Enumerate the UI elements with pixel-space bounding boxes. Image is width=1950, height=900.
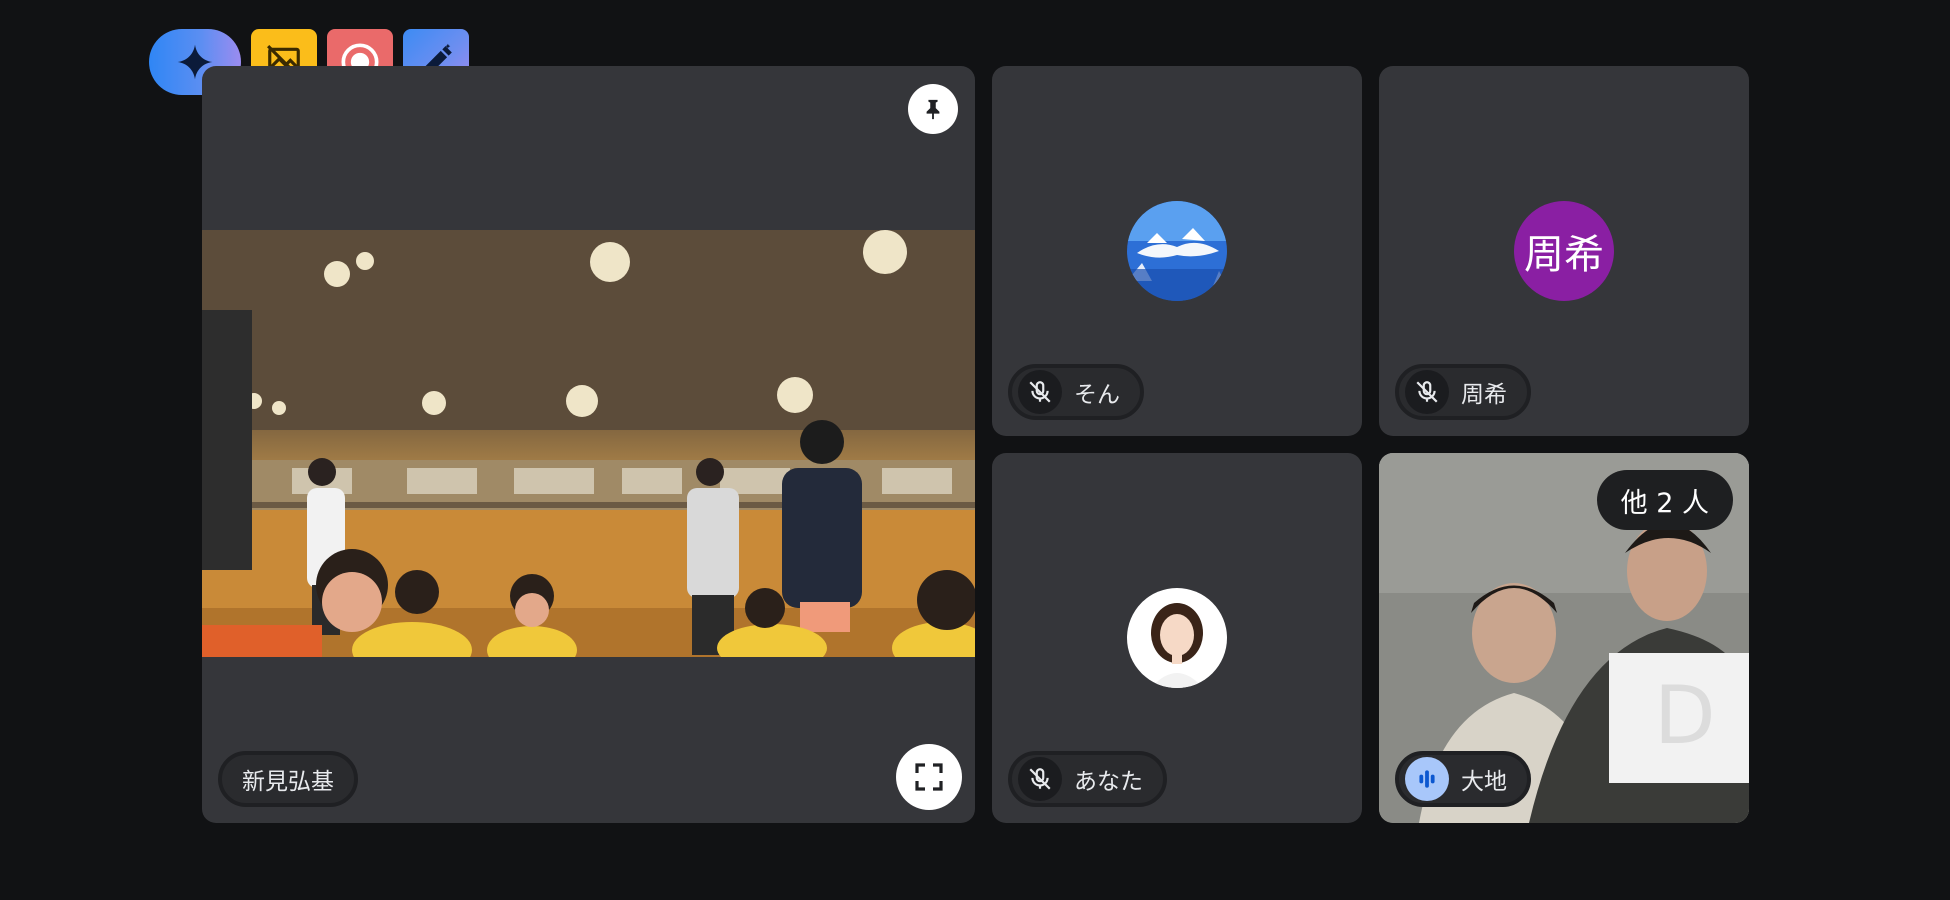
portrait-avatar-image bbox=[1127, 588, 1227, 688]
meeting-stage: 新見弘基 そん 周希 周希 あなた D 他 2 人 大地 bbox=[0, 0, 1950, 900]
avatar: 周希 bbox=[1514, 201, 1614, 301]
participant-tile-shuki[interactable]: 周希 周希 bbox=[1379, 66, 1749, 436]
svg-text:D: D bbox=[1654, 669, 1716, 762]
participant-tile-daichi[interactable]: D 他 2 人 大地 bbox=[1379, 453, 1749, 823]
participant-tile-son[interactable]: そん bbox=[992, 66, 1362, 436]
pin-button[interactable] bbox=[908, 84, 958, 134]
mic-off-icon bbox=[1018, 757, 1062, 801]
main-video-feed bbox=[202, 230, 975, 657]
gymnasium-scene bbox=[202, 230, 975, 657]
avatar bbox=[1127, 588, 1227, 688]
participant-name: 大地 bbox=[1461, 769, 1507, 795]
participant-tile-self[interactable]: あなた bbox=[992, 453, 1362, 823]
others-count-badge[interactable]: 他 2 人 bbox=[1596, 470, 1733, 530]
mic-off-icon bbox=[1018, 370, 1062, 414]
landscape-avatar-image bbox=[1127, 201, 1227, 301]
fullscreen-button[interactable] bbox=[896, 744, 962, 810]
pin-icon bbox=[926, 99, 940, 120]
name-chip: あなた bbox=[1008, 751, 1167, 807]
name-chip: そん bbox=[1008, 364, 1144, 420]
mic-off-icon bbox=[1405, 370, 1449, 414]
main-participant-tile[interactable]: 新見弘基 bbox=[202, 66, 975, 823]
speaking-indicator-icon bbox=[1405, 757, 1449, 801]
name-chip: 周希 bbox=[1395, 364, 1531, 420]
participant-name: そん bbox=[1074, 382, 1120, 408]
name-chip: 新見弘基 bbox=[218, 751, 358, 807]
participant-name: あなた bbox=[1074, 769, 1143, 795]
avatar bbox=[1127, 201, 1227, 301]
participant-name: 新見弘基 bbox=[242, 769, 334, 795]
participant-name: 周希 bbox=[1461, 382, 1507, 408]
fullscreen-icon bbox=[915, 763, 943, 791]
name-chip: 大地 bbox=[1395, 751, 1531, 807]
